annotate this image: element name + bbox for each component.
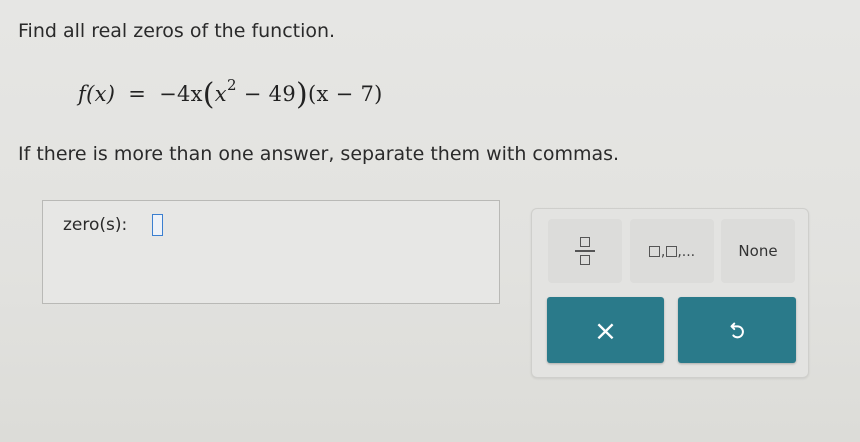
question-note: If there is more than one answer, separa… bbox=[18, 143, 620, 165]
equation-equals: = bbox=[128, 82, 147, 106]
list-button[interactable]: ,,... bbox=[630, 219, 714, 283]
equation-factor1-tail: − 49 bbox=[243, 82, 296, 106]
undo-button[interactable] bbox=[678, 297, 796, 363]
undo-icon bbox=[730, 322, 744, 339]
equation-exponent: 2 bbox=[226, 76, 237, 94]
none-button[interactable]: None bbox=[721, 219, 795, 283]
question-instruction: Find all real zeros of the function. bbox=[18, 20, 336, 42]
answer-input[interactable] bbox=[152, 214, 163, 236]
paren-open: ( bbox=[202, 77, 215, 112]
paren-close: ) bbox=[295, 77, 308, 112]
equation-coefficient: −4x bbox=[159, 82, 203, 106]
list-suffix: ,... bbox=[677, 243, 696, 260]
function-equation: f(x) = −4x(x2 − 49)(x − 7) bbox=[78, 74, 383, 112]
clear-button[interactable]: × bbox=[547, 297, 664, 363]
fraction-button[interactable] bbox=[548, 219, 622, 283]
list-icon: ,,... bbox=[648, 243, 696, 260]
close-icon: × bbox=[593, 313, 618, 347]
equation-lhs: f(x) bbox=[78, 82, 116, 106]
math-keypad: ,,... None × bbox=[531, 208, 809, 378]
answer-label: zero(s): bbox=[63, 215, 128, 235]
answer-area: zero(s): bbox=[42, 200, 500, 304]
fraction-icon bbox=[575, 237, 595, 265]
equation-factor1-base: x bbox=[214, 82, 227, 106]
equation-factor2: (x − 7) bbox=[308, 82, 383, 106]
